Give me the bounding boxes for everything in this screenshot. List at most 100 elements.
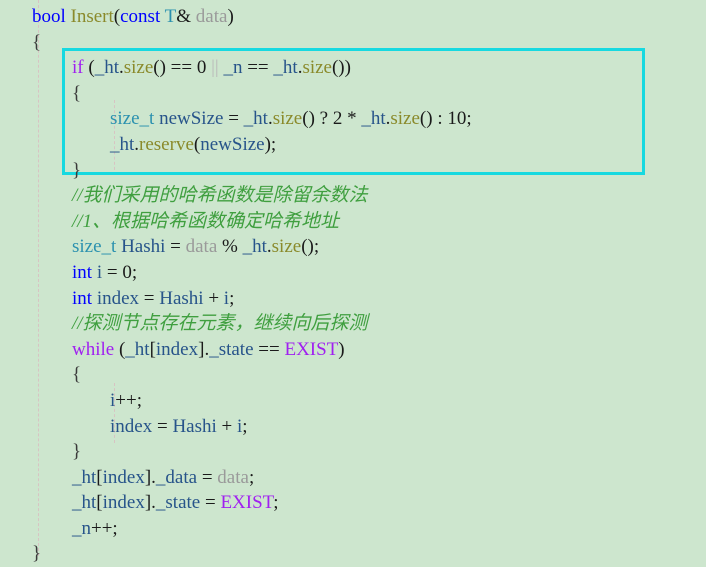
token-type-size-t-2: size_t xyxy=(72,236,117,258)
token-keyword-int-1: int xyxy=(72,261,93,283)
token-ident-hashi-1: Hashi xyxy=(121,236,166,258)
token-increment-1: ++; xyxy=(115,389,142,411)
code-line-7: } xyxy=(0,158,706,184)
comment-hash-function-method: //我们采用的哈希函数是除留余数法 xyxy=(72,185,368,207)
token-assign-2: = xyxy=(165,236,186,258)
code-line-4: { xyxy=(0,81,706,107)
token-ident-index-5: index xyxy=(102,492,145,514)
token-number-ten: 10 xyxy=(447,108,467,130)
token-assign-5: = xyxy=(152,415,173,437)
token-ident-ht-3: _ht xyxy=(243,108,268,130)
code-line-17: index = Hashi + i; xyxy=(0,414,706,440)
code-line-5: size_t newSize = _ht.size() ? 2 * _ht.si… xyxy=(0,106,706,132)
token-increment-2: ++; xyxy=(91,517,118,539)
token-semi-4: ; xyxy=(242,415,248,437)
token-brace-close-while: } xyxy=(72,441,82,463)
code-line-1: bool Insert(const T& data) xyxy=(0,4,706,30)
token-ident-ht-8: _ht xyxy=(72,466,97,488)
code-line-16: i++; xyxy=(0,388,706,414)
token-paren-close-1: ) xyxy=(227,6,234,27)
token-keyword-bool: bool xyxy=(32,6,66,27)
code-line-8: //我们采用的哈希函数是除留余数法 xyxy=(0,183,706,209)
token-type-T: T xyxy=(164,6,177,27)
token-semi-3: ; xyxy=(229,287,235,309)
token-field-state-1: _state xyxy=(209,338,254,360)
token-ident-ht-2: _ht xyxy=(273,57,298,79)
token-const-exist-2: EXIST xyxy=(220,492,274,514)
token-function-size-3: size xyxy=(272,108,303,130)
token-ternary-q: () ? xyxy=(302,108,333,130)
token-while-open: ( xyxy=(114,338,126,360)
token-logical-or: || xyxy=(206,57,224,79)
token-ternary-colon: () : xyxy=(419,108,448,130)
token-number-zero: 0 xyxy=(196,57,207,79)
token-plus-2: + xyxy=(216,415,237,437)
token-brace-open-if: { xyxy=(72,82,82,104)
code-line-15: { xyxy=(0,362,706,388)
code-line-18: } xyxy=(0,439,706,465)
token-call-eq-1: () == xyxy=(153,57,197,79)
code-line-20: _ht[index]._state = EXIST; xyxy=(0,490,706,516)
token-ident-ht-4: _ht xyxy=(361,108,386,130)
token-function-insert: Insert xyxy=(70,6,114,27)
token-field-state-2: _state xyxy=(155,492,201,514)
token-star: * xyxy=(342,108,362,130)
code-line-19: _ht[index]._data = data; xyxy=(0,465,706,491)
token-function-reserve: reserve xyxy=(139,133,194,155)
token-keyword-int-2: int xyxy=(72,287,93,309)
token-ident-newsize-2: newSize xyxy=(200,133,265,155)
token-hashi-end: (); xyxy=(301,236,320,258)
token-brace-open-while: { xyxy=(72,364,82,386)
token-eq-3: == xyxy=(253,338,285,360)
token-while-close: ) xyxy=(338,338,345,360)
code-line-12: int index = Hashi + i; xyxy=(0,286,706,312)
token-brace-close-func: } xyxy=(32,543,42,565)
token-const-exist-1: EXIST xyxy=(284,338,339,360)
token-keyword-while: while xyxy=(72,338,115,360)
token-function-size-2: size xyxy=(302,57,332,79)
token-ident-ht-1: _ht xyxy=(94,57,119,79)
token-eq-2: == xyxy=(242,57,274,79)
token-semi-2: ; xyxy=(131,261,138,283)
token-assign-3: = xyxy=(102,261,123,283)
token-semi-1: ; xyxy=(466,108,472,130)
token-ident-ht-9: _ht xyxy=(72,492,97,514)
token-modulo: % xyxy=(217,236,243,258)
token-ident-newsize-1: newSize xyxy=(159,108,224,130)
token-semi-6: ; xyxy=(273,492,279,514)
token-param-data: data xyxy=(195,6,228,27)
token-ident-hashi-3: Hashi xyxy=(172,415,217,437)
token-param-data-3: data xyxy=(217,466,249,488)
code-line-2: { xyxy=(0,30,706,56)
code-line-13: //探测节点存在元素，继续向后探测 xyxy=(0,311,706,337)
token-ident-index-2: index xyxy=(155,338,199,360)
token-ident-index-1: index xyxy=(92,287,140,309)
token-function-size-5: size xyxy=(271,236,302,258)
code-line-14: while (_ht[index]._state == EXIST) xyxy=(0,337,706,363)
token-number-two: 2 xyxy=(332,108,343,130)
token-number-zero-2: 0 xyxy=(122,261,132,283)
token-if-end: ()) xyxy=(331,57,351,79)
token-ampersand: & xyxy=(176,6,192,27)
token-ident-n-2: _n xyxy=(72,517,91,539)
token-brace-open-func: { xyxy=(32,31,42,53)
token-assign-7: = xyxy=(200,492,221,514)
code-line-11: int i = 0; xyxy=(0,260,706,286)
token-ident-ht-6: _ht xyxy=(242,236,267,258)
token-plus-1: + xyxy=(203,287,224,309)
token-brace-close-if: } xyxy=(72,159,82,181)
token-param-data-2: data xyxy=(185,236,218,258)
token-ident-hashi-2: Hashi xyxy=(159,287,204,309)
token-function-size-1: size xyxy=(123,57,154,79)
token-field-data: _data xyxy=(155,466,198,488)
token-ident-n: _n xyxy=(223,57,243,79)
token-keyword-if: if xyxy=(72,57,84,79)
token-ident-ht-5: _ht xyxy=(110,133,135,155)
comment-step-1-hash-address: //1、根据哈希函数确定哈希地址 xyxy=(72,210,340,232)
code-line-21: _n++; xyxy=(0,516,706,542)
token-function-size-4: size xyxy=(390,108,420,130)
token-ident-i-1: i xyxy=(92,261,103,283)
token-if-open: ( xyxy=(83,57,95,79)
code-line-22: } xyxy=(0,541,706,567)
token-ident-index-3: index xyxy=(110,415,153,437)
